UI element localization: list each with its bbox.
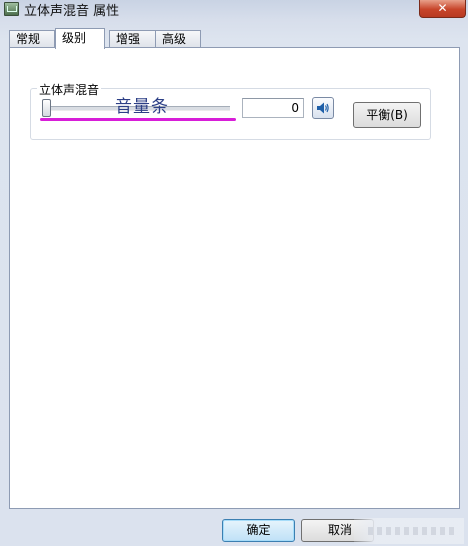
annotation-underline (40, 118, 236, 121)
tab-general[interactable]: 常规 (9, 30, 55, 47)
volume-value-field[interactable]: 0 (242, 98, 304, 118)
watermark-pattern (368, 527, 458, 535)
tab-advanced[interactable]: 高级 (155, 30, 201, 47)
mute-button[interactable] (312, 97, 334, 119)
watermark-overlay (354, 518, 464, 544)
window-title: 立体声混音 属性 (24, 4, 120, 19)
tab-panel-levels: 立体声混音 音量条 0 平衡(B) (9, 47, 460, 509)
volume-bar-annotation: 音量条 (115, 97, 169, 117)
group-label: 立体声混音 (37, 81, 102, 98)
balance-button[interactable]: 平衡(B) (353, 102, 421, 128)
title-bar: 立体声混音 属性 ✕ (0, 0, 468, 22)
app-icon (4, 2, 19, 16)
tab-levels[interactable]: 级别 (55, 28, 105, 49)
ok-button[interactable]: 确定 (222, 519, 295, 542)
tab-enhancements[interactable]: 增强 (109, 30, 157, 47)
stereo-mix-group: 立体声混音 音量条 0 平衡(B) (30, 81, 431, 140)
speaker-icon (317, 102, 329, 114)
close-button[interactable]: ✕ (419, 0, 466, 18)
volume-slider-thumb[interactable] (42, 99, 51, 117)
